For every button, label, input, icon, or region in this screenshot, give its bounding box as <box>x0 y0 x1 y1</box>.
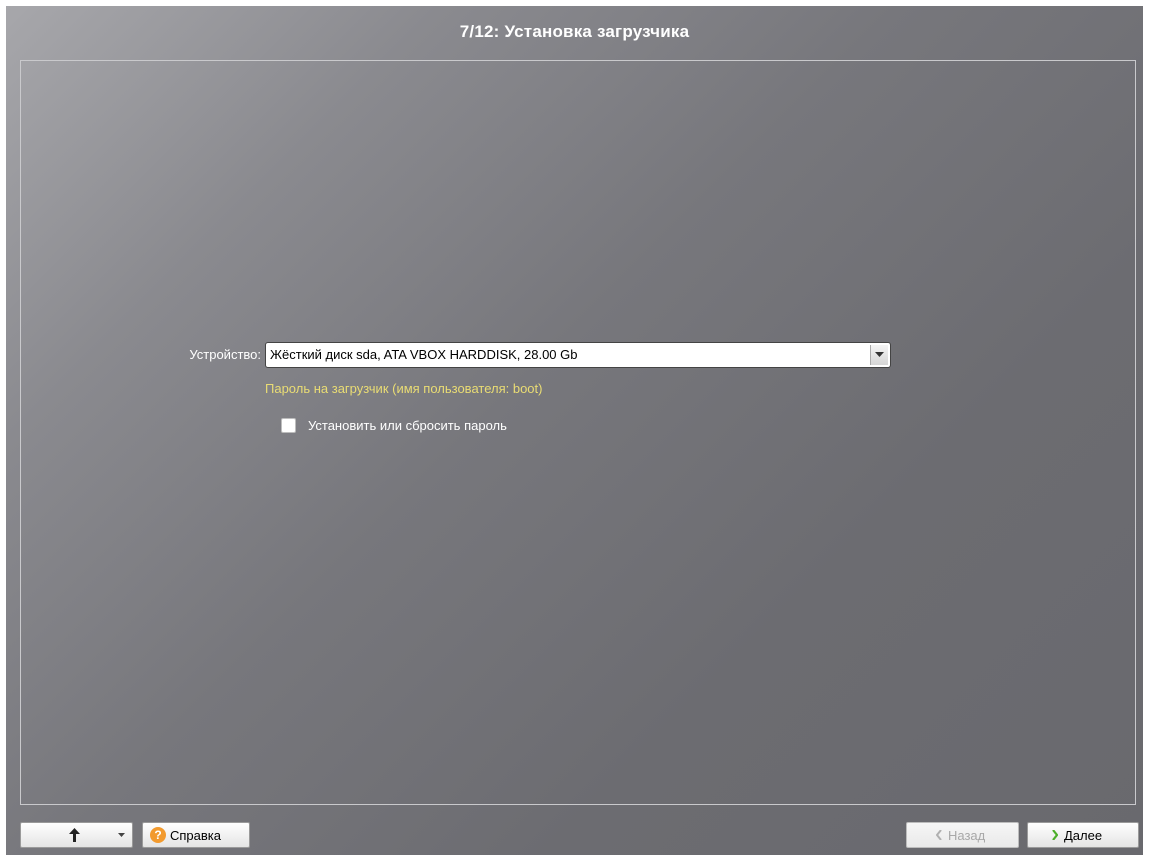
chevron-right-icon <box>1052 830 1058 840</box>
back-button-label: Назад <box>948 828 986 843</box>
arrow-up-icon <box>69 828 80 842</box>
question-icon: ? <box>150 827 166 843</box>
back-button[interactable]: Назад <box>906 822 1019 848</box>
next-button-label: Далее <box>1064 828 1103 843</box>
dropdown-button[interactable] <box>870 345 888 365</box>
chevron-down-icon <box>875 352 884 357</box>
next-button[interactable]: Далее <box>1027 822 1139 848</box>
chevron-down-icon[interactable] <box>118 833 125 837</box>
up-menu-button[interactable] <box>20 822 133 848</box>
device-label: Устройство: <box>189 347 261 362</box>
help-button[interactable]: ? Справка <box>142 822 250 848</box>
device-select[interactable]: Жёсткий диск sda, ATA VBOX HARDDISK, 28.… <box>265 342 891 368</box>
page-title: 7/12: Установка загрузчика <box>459 22 690 41</box>
help-button-label: Справка <box>170 828 221 843</box>
content-frame <box>20 60 1136 805</box>
chevron-left-icon <box>936 830 942 840</box>
set-password-checkbox[interactable] <box>281 418 296 433</box>
set-password-label[interactable]: Установить или сбросить пароль <box>308 418 507 433</box>
installer-window: 7/12: Установка загрузчика Устройство: Ж… <box>6 6 1143 855</box>
password-section-label: Пароль на загрузчик (имя пользователя: b… <box>265 381 543 396</box>
device-select-value: Жёсткий диск sda, ATA VBOX HARDDISK, 28.… <box>270 347 578 362</box>
